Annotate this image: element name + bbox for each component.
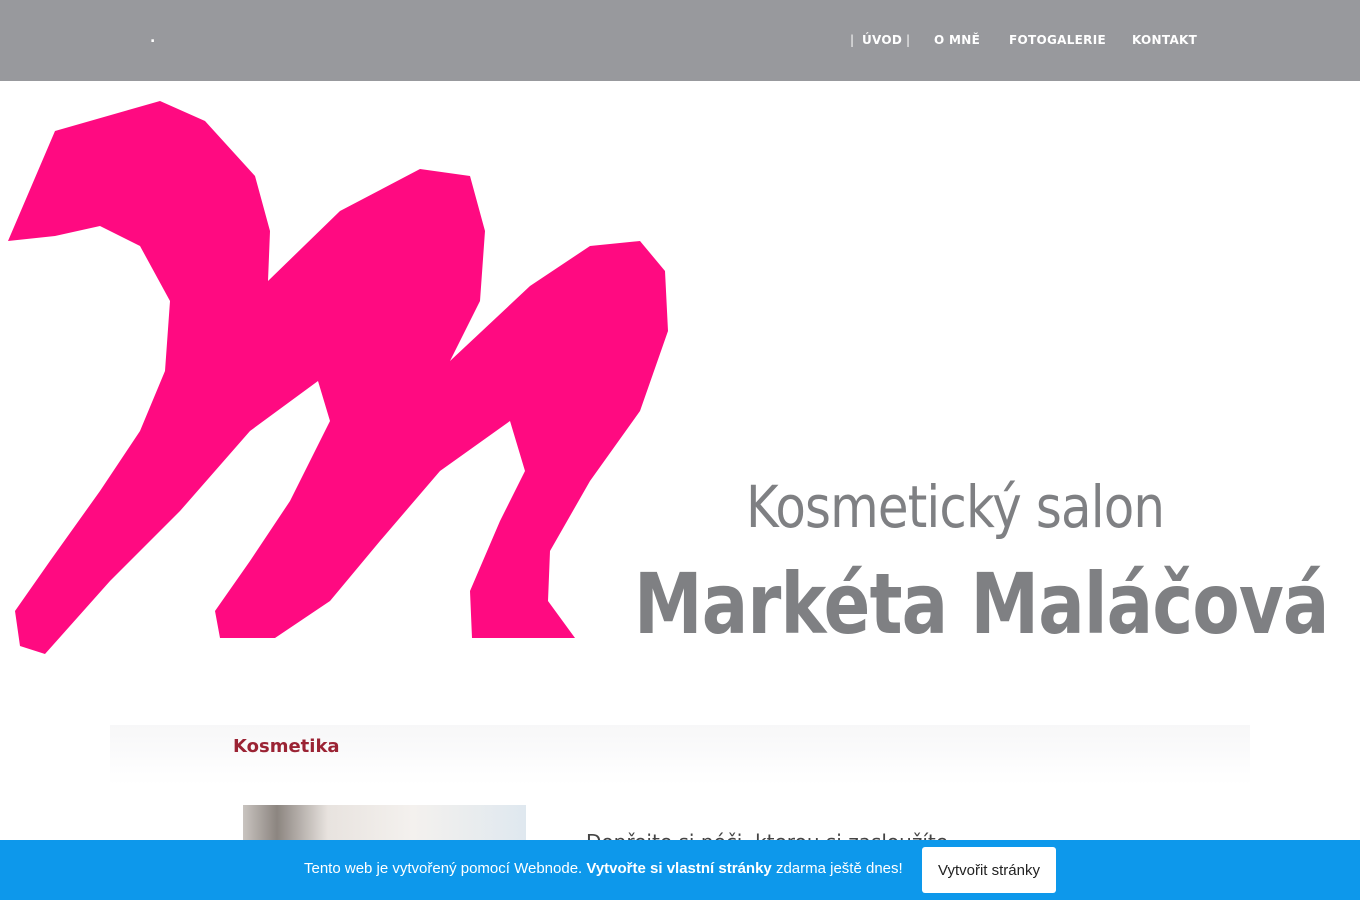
nav-separator: | [850,33,855,47]
brand-m-logo-icon [8,101,668,654]
nav-item-o-mne[interactable]: O MNĚ [934,33,980,47]
promo-text-before: Tento web je vytvořený pomocí Webnode. [304,860,583,877]
hero-title: Markéta Maláčová [634,555,1329,653]
main-nav: | ÚVOD | O MNĚ FOTOGALERIE KONTAKT [0,33,1360,49]
hero-banner: Kosmetický salon Markéta Maláčová [0,81,1360,681]
webnode-promo-bar: Tento web je vytvořený pomocí Webnode. V… [0,840,1360,900]
section-photo [243,805,526,845]
nav-item-kontakt[interactable]: KONTAKT [1132,33,1197,47]
nav-separator: | [906,33,911,47]
promo-text: Tento web je vytvořený pomocí Webnode. V… [304,860,903,877]
create-site-button[interactable]: Vytvořit stránky [922,847,1056,893]
nav-item-uvod[interactable]: ÚVOD [862,33,902,47]
brand-m-shape [8,101,668,654]
site-header: . | ÚVOD | O MNĚ FOTOGALERIE KONTAKT [0,0,1360,81]
promo-text-bold[interactable]: Vytvořte si vlastní stránky [586,860,771,877]
promo-text-after: zdarma ještě dnes! [775,860,903,877]
section-title: Kosmetika [233,736,340,757]
hero-subtitle: Kosmetický salon [746,473,1165,541]
nav-item-fotogalerie[interactable]: FOTOGALERIE [1009,33,1106,47]
